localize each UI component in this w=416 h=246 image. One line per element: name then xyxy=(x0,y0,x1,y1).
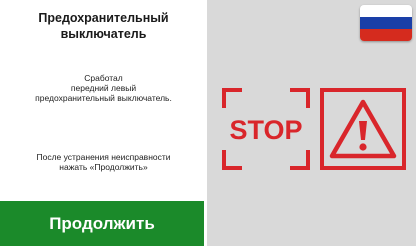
hint-line: нажать «Продолжить» xyxy=(59,162,148,172)
hint-line: После устранения неисправности xyxy=(36,152,171,162)
message-panel: Предохранительный выключатель Сработал п… xyxy=(0,0,207,246)
message-line: Сработал xyxy=(84,73,123,83)
stop-label: STOP xyxy=(229,115,302,145)
message-line: передний левый xyxy=(70,83,137,93)
warning-triangle-icon xyxy=(320,88,406,170)
stop-sign-icon: STOP xyxy=(222,88,310,170)
russian-flag-icon[interactable] xyxy=(360,5,412,41)
message-line: предохранительный выключатель. xyxy=(35,93,172,103)
page-title: Предохранительный выключатель xyxy=(0,10,207,42)
title-line: выключатель xyxy=(60,27,147,41)
instruction-text: После устранения неисправности нажать «П… xyxy=(0,152,207,172)
error-message: Сработал передний левый предохранительны… xyxy=(0,73,207,103)
continue-button[interactable]: Продолжить xyxy=(0,201,204,246)
title-line: Предохранительный xyxy=(38,11,169,25)
